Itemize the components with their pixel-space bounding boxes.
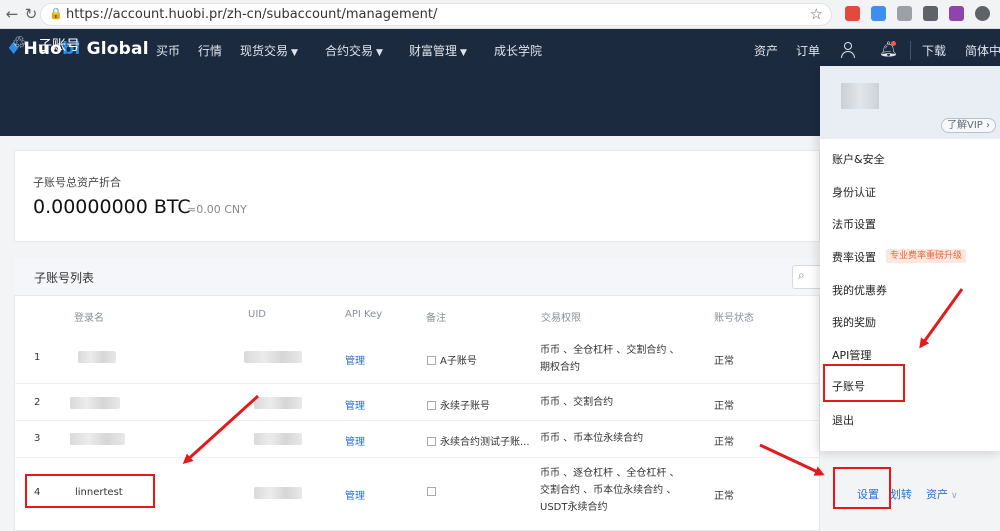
annotation-arrows — [182, 288, 964, 476]
arrow-to-subaccount — [919, 288, 964, 349]
arrow-to-login — [182, 394, 260, 465]
arrow-to-settings — [759, 443, 825, 476]
